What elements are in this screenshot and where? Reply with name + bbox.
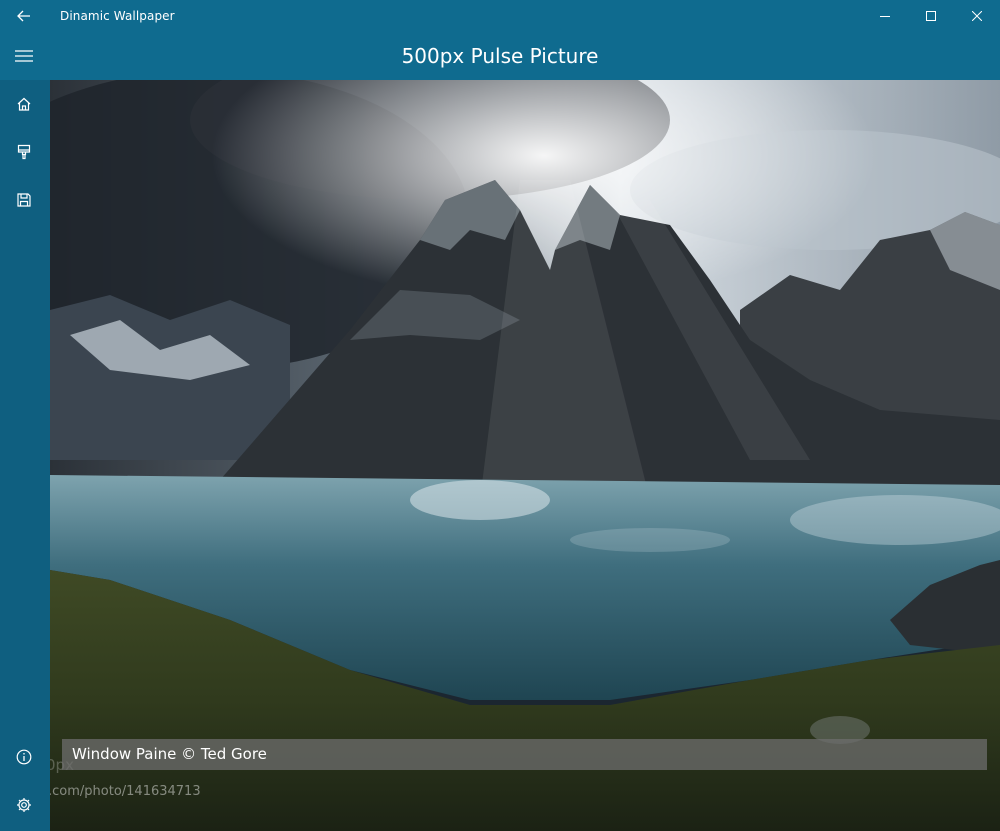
info-icon bbox=[16, 749, 32, 765]
minimize-icon bbox=[880, 16, 890, 17]
app-window: Dinamic Wallpaper 500px Pulse Picture Wi… bbox=[0, 0, 1000, 831]
watermark-url: .com/photo/141634713 bbox=[50, 784, 201, 799]
home-icon bbox=[17, 97, 31, 111]
app-title: Dinamic Wallpaper bbox=[60, 9, 175, 23]
title-bar: Dinamic Wallpaper bbox=[0, 0, 1000, 32]
sidebar-item-settings[interactable] bbox=[0, 781, 48, 829]
close-icon bbox=[972, 11, 982, 21]
window-controls bbox=[862, 0, 1000, 32]
floppy-disk-icon bbox=[17, 193, 31, 207]
maximize-icon bbox=[926, 11, 936, 21]
arrow-left-icon bbox=[17, 10, 30, 22]
page-header: 500px Pulse Picture bbox=[0, 32, 1000, 80]
wallpaper-image: 0px Window Paine © Ted Gore .com/photo/1… bbox=[50, 80, 1000, 831]
minimize-button[interactable] bbox=[862, 0, 908, 32]
maximize-button[interactable] bbox=[908, 0, 954, 32]
sidebar-item-info[interactable] bbox=[0, 733, 48, 781]
paint-brush-icon bbox=[17, 144, 31, 160]
sidebar-bottom bbox=[0, 733, 48, 829]
sidebar bbox=[0, 80, 48, 831]
landscape-photo bbox=[50, 80, 1000, 831]
sidebar-item-brush[interactable] bbox=[0, 128, 48, 176]
close-button[interactable] bbox=[954, 0, 1000, 32]
photo-caption: Window Paine © Ted Gore bbox=[62, 739, 987, 770]
sidebar-item-home[interactable] bbox=[0, 80, 48, 128]
back-button[interactable] bbox=[0, 0, 48, 32]
gear-icon bbox=[17, 798, 31, 812]
sidebar-item-save[interactable] bbox=[0, 176, 48, 224]
page-title: 500px Pulse Picture bbox=[401, 44, 599, 68]
